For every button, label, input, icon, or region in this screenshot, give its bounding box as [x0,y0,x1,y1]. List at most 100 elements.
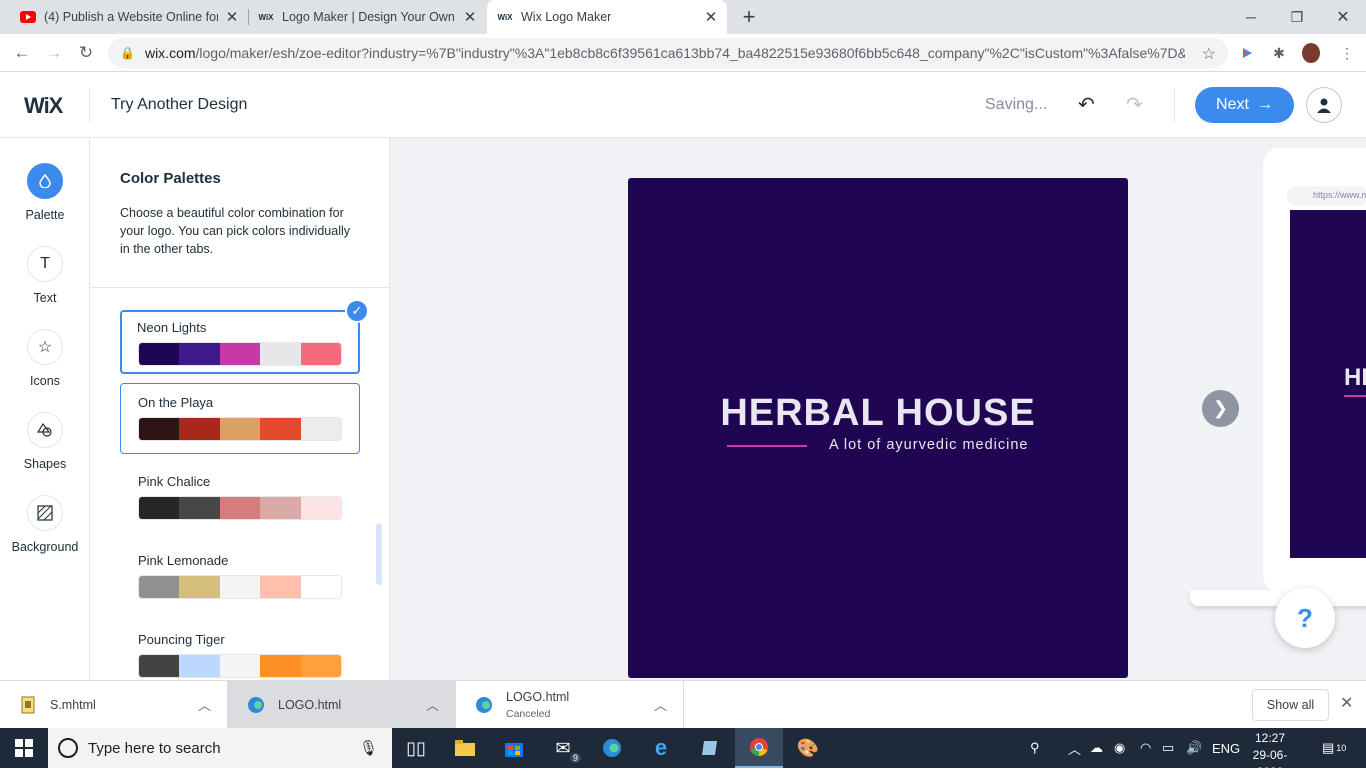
store-icon[interactable] [490,728,538,768]
checkmark-icon: ✓ [345,299,369,323]
internet-explorer-icon[interactable]: e [637,728,685,768]
new-tab-icon[interactable]: + [737,4,761,30]
swatch [300,576,341,598]
divider [89,88,90,122]
microphone-icon[interactable]: 🎙 [359,739,378,757]
wifi-icon[interactable]: ◠ [1140,728,1151,768]
rail-label: Icons [30,374,60,388]
file-explorer-icon[interactable] [441,728,489,768]
menu-dots-icon[interactable]: ⋮ [1338,44,1356,62]
edge-file-icon [474,695,494,715]
edge-icon[interactable] [588,728,636,768]
taskbar-search-input[interactable]: Type here to search 🎙 [48,728,392,768]
swatch [260,576,301,598]
try-another-design-link[interactable]: Try Another Design [111,96,247,114]
swatch [139,418,180,440]
redo-icon[interactable]: ↷ [1126,92,1143,117]
wix-logo[interactable]: WiX [24,93,63,119]
download-name: S.mhtml [50,698,96,712]
mockup-screen: HE [1290,210,1366,558]
bookmark-star-icon[interactable]: ☆ [1202,44,1216,64]
rail-item-palette[interactable]: Palette [0,163,90,222]
puzzle-extensions-icon[interactable]: ✱ [1270,44,1288,62]
palette-swatches [138,342,342,366]
mockup-brand-name: HE [1344,364,1366,391]
rail-item-shapes[interactable]: Shapes [0,412,90,471]
address-bar[interactable]: 🔒 wix.com/logo/maker/esh/zoe-editor?indu… [108,38,1228,68]
panel-scrollbar[interactable] [376,523,382,585]
swatch [300,418,341,440]
text-t-icon: T [27,246,63,282]
swatch [219,343,261,365]
rail-item-text[interactable]: T Text [0,246,90,305]
chevron-up-icon[interactable]: ︿ [426,695,439,714]
swatch [219,497,261,519]
swatch [179,343,220,365]
close-window-icon[interactable]: ✕ [1320,0,1366,34]
next-button[interactable]: Next → [1195,87,1294,123]
swatch [139,655,180,677]
chrome-icon[interactable] [735,728,783,768]
forward-arrow-icon[interactable]: → [42,41,66,65]
browser-toolbar: ← → ↻ 🔒 wix.com/logo/maker/esh/zoe-edito… [0,34,1366,72]
chevron-right-icon[interactable]: ❯ [1202,390,1239,427]
notification-center-icon[interactable]: ▤ 10 [1322,728,1346,768]
download-item[interactable]: LOGO.html Canceled ︿ [456,681,684,729]
rail-item-background[interactable]: Background [0,495,90,554]
download-text: LOGO.html Canceled [506,690,569,720]
close-tab-icon[interactable]: ✕ [462,8,478,26]
task-view-icon[interactable]: ▯▯ [392,728,440,768]
logo-preview-card[interactable]: HERBAL HOUSE A lot of ayurvedic medicine [628,178,1128,678]
chevron-up-icon[interactable]: ︿ [654,695,667,714]
mockup-address-bar: https://www.m [1287,186,1366,206]
notepad-icon[interactable] [686,728,734,768]
undo-icon[interactable]: ↶ [1078,92,1095,117]
windows-start-icon[interactable] [0,728,48,768]
download-item[interactable]: S.mhtml ︿ [0,681,228,729]
tab-youtube[interactable]: (4) Publish a Website Online for F ✕ [12,0,248,34]
browser-tab-strip: (4) Publish a Website Online for F ✕ WiX… [0,0,1366,34]
lock-icon: 🔒 [120,46,135,60]
tab-wix-logo-maker[interactable]: WiX Wix Logo Maker ✕ [487,0,727,34]
chevron-up-icon[interactable]: ︿ [198,695,211,714]
rail-item-icons[interactable]: ☆ Icons [0,329,90,388]
chevron-up-icon[interactable]: ︿ [1068,728,1081,768]
extension-icon[interactable] [1238,44,1256,62]
system-clock[interactable]: 12:27 29-06-2020 [1240,730,1300,781]
volume-icon[interactable]: 🔊 [1186,728,1202,768]
profile-avatar[interactable] [1302,43,1320,63]
close-downloads-icon[interactable]: ✕ [1340,693,1353,713]
language-indicator[interactable]: ENG [1212,728,1240,768]
onedrive-cloud-icon[interactable]: ☁ [1090,728,1103,768]
swatch [179,418,220,440]
swatch [139,497,180,519]
minimize-icon[interactable]: ─ [1228,0,1274,34]
download-item[interactable]: LOGO.html ︿ [228,681,456,729]
reload-icon[interactable]: ↻ [74,41,98,65]
back-arrow-icon[interactable]: ← [10,41,34,65]
tab-title: Logo Maker | Design Your Own B [282,10,456,24]
palette-name: Pouncing Tiger [138,632,225,647]
help-button[interactable]: ? [1275,588,1335,648]
palette-swatches [138,496,342,520]
people-icon[interactable]: ⚲ [1030,728,1040,768]
background-icon [27,495,63,531]
laptop-mockup: https://www.m HE [1263,148,1366,592]
rail-label: Background [11,540,79,554]
mail-icon[interactable]: ✉ 9 [539,728,587,768]
show-all-downloads-button[interactable]: Show all [1252,689,1329,721]
rail-label: Palette [25,208,65,222]
battery-icon[interactable]: ▭ [1162,728,1174,768]
tab-logo-maker[interactable]: WiX Logo Maker | Design Your Own B ✕ [250,0,486,34]
security-icon[interactable]: ◉ [1114,728,1125,768]
close-tab-icon[interactable]: ✕ [703,8,719,26]
user-account-icon[interactable] [1306,87,1342,123]
swatch [179,497,220,519]
close-tab-icon[interactable]: ✕ [224,8,240,26]
paint-icon[interactable]: 🎨 [784,728,832,768]
panel-title: Color Palettes [120,170,221,187]
restore-icon[interactable]: ❐ [1274,0,1320,34]
swatch [260,418,301,440]
palette-name: Pink Lemonade [138,553,229,568]
cortana-ring-icon [58,738,78,758]
